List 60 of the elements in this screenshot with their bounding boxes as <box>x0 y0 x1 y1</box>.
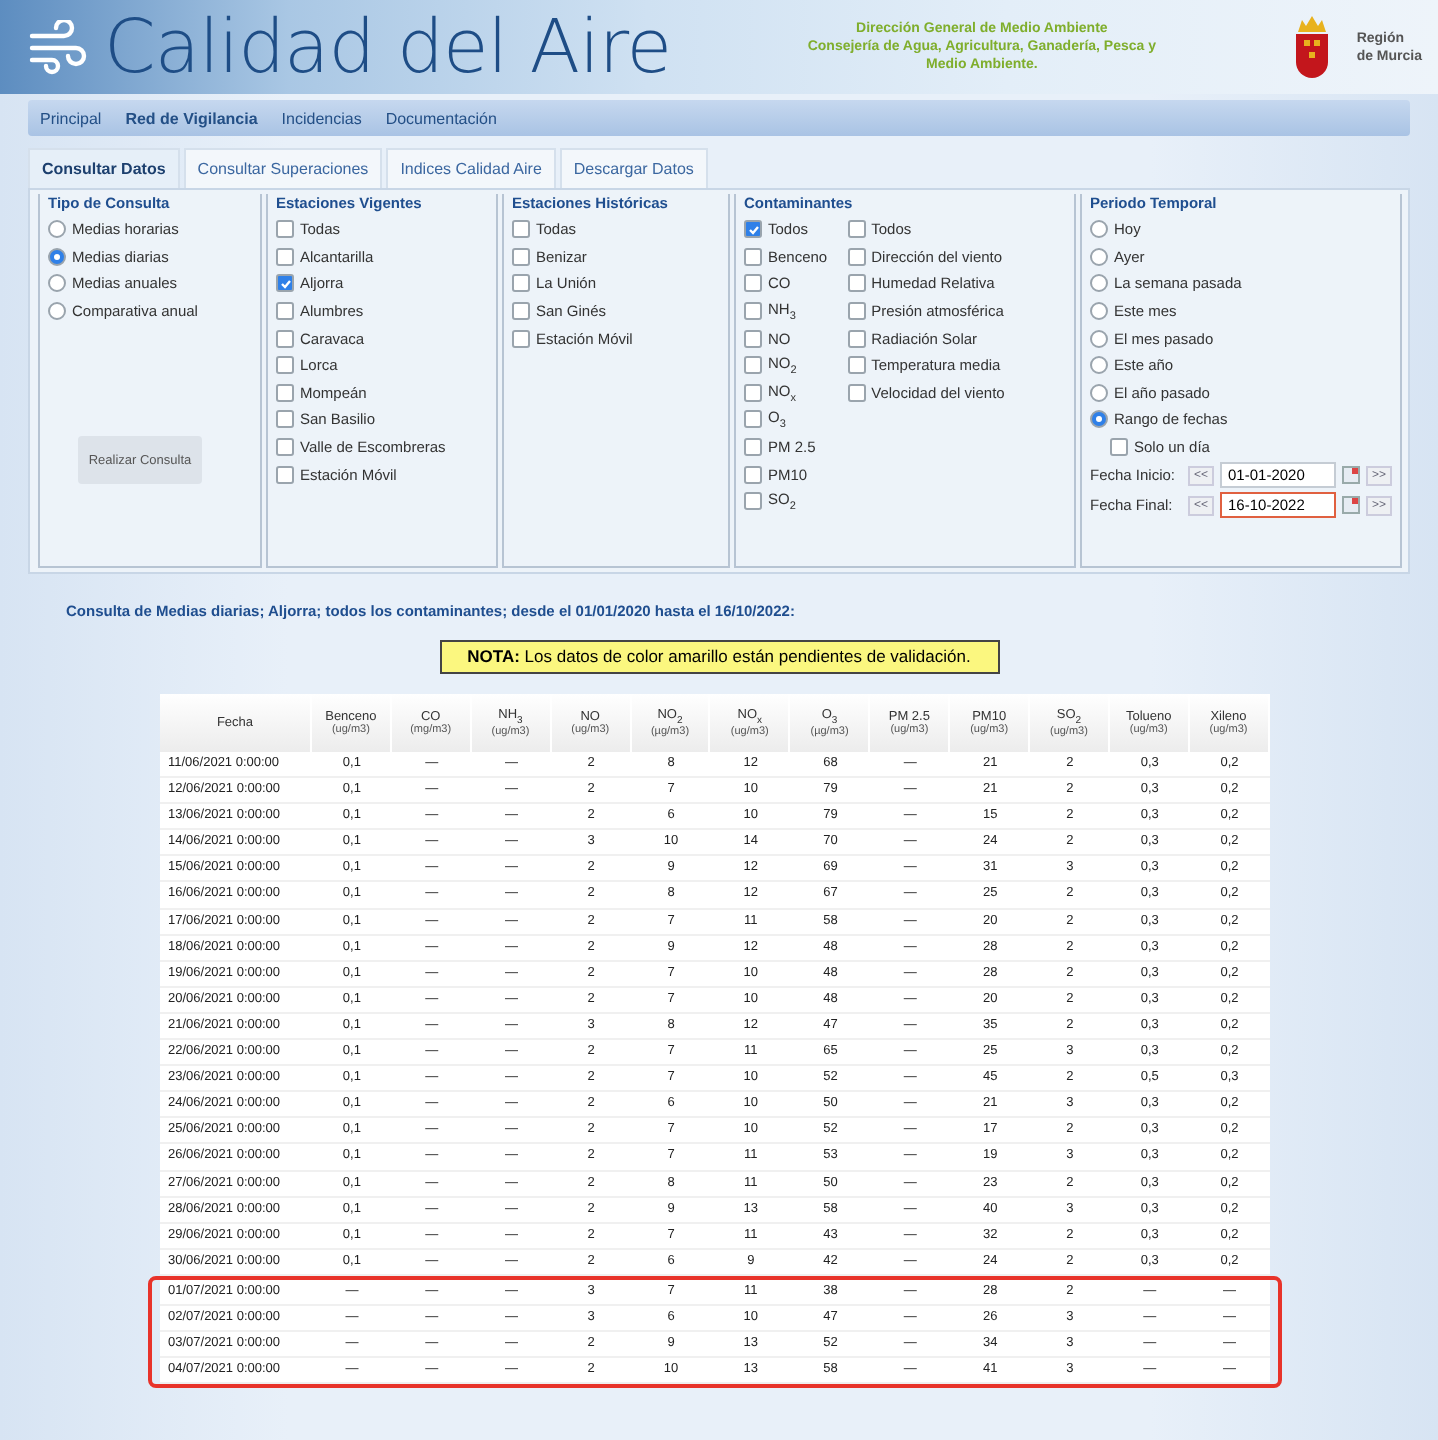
checkbox[interactable] <box>744 329 762 348</box>
radio-button[interactable] <box>1090 302 1108 321</box>
checkbox[interactable] <box>847 302 866 321</box>
checkbox[interactable] <box>847 220 866 239</box>
checkbox[interactable] <box>276 410 294 429</box>
crest-icon <box>1292 13 1333 81</box>
tab[interactable]: Consultar Superaciones <box>183 148 383 188</box>
radio-button[interactable] <box>1090 247 1108 266</box>
radio-button[interactable] <box>48 274 66 293</box>
radio-button[interactable] <box>48 302 66 321</box>
checkbox[interactable] <box>276 465 294 484</box>
checkbox[interactable] <box>744 302 762 321</box>
checkbox[interactable] <box>276 274 294 293</box>
radio-button[interactable] <box>1090 383 1108 402</box>
checkbox[interactable] <box>744 274 762 293</box>
checkbox[interactable] <box>744 247 762 266</box>
checkbox[interactable] <box>847 383 866 402</box>
checkbox[interactable] <box>276 383 294 402</box>
radio-button[interactable] <box>1090 410 1108 429</box>
checkbox[interactable] <box>512 329 530 348</box>
radio-button[interactable] <box>1090 329 1108 348</box>
checkbox[interactable] <box>847 274 866 293</box>
checkbox[interactable] <box>847 247 866 266</box>
checkbox[interactable] <box>276 220 294 239</box>
checkbox[interactable] <box>276 247 294 266</box>
checkbox[interactable] <box>744 438 762 457</box>
checkbox[interactable] <box>744 465 762 484</box>
radio-button[interactable] <box>48 220 66 239</box>
site-title: Calidad del Aire <box>104 4 672 90</box>
nav-link[interactable]: Documentación <box>385 109 497 127</box>
tab[interactable]: Indices Calidad Aire <box>386 148 556 188</box>
checkbox[interactable] <box>744 356 762 375</box>
checkbox[interactable] <box>744 220 762 239</box>
radio-button[interactable] <box>1090 356 1108 375</box>
checkbox[interactable] <box>512 302 530 321</box>
radio-button[interactable] <box>1090 274 1108 293</box>
checkbox[interactable] <box>744 492 762 511</box>
calendar-icon[interactable] <box>1342 466 1361 485</box>
checkbox[interactable] <box>847 356 866 375</box>
nav-link[interactable]: Red de Vigilancia <box>125 109 258 127</box>
checkbox[interactable] <box>276 302 294 321</box>
radio-button[interactable] <box>1090 220 1108 239</box>
checkbox[interactable] <box>512 247 530 266</box>
checkbox[interactable] <box>744 383 762 402</box>
checkbox[interactable] <box>276 356 294 375</box>
tab[interactable]: Descargar Datos <box>559 148 708 188</box>
checkbox[interactable] <box>512 274 530 293</box>
checkbox[interactable] <box>1110 438 1128 457</box>
checkbox[interactable] <box>276 329 294 348</box>
nav-link[interactable]: Incidencias <box>281 109 362 127</box>
checkbox[interactable] <box>512 220 530 239</box>
checkbox[interactable] <box>847 329 866 348</box>
radio-button[interactable] <box>48 247 66 266</box>
calendar-icon[interactable] <box>1342 496 1361 515</box>
tab[interactable]: Consultar Datos <box>28 148 180 188</box>
checkbox[interactable] <box>744 410 762 429</box>
note-banner: NOTA: Los datos de color amarillo están pendientes de validación. <box>439 640 999 674</box>
wind-icon <box>28 19 88 75</box>
nav-link[interactable]: Principal <box>40 109 102 127</box>
checkbox[interactable] <box>276 438 294 457</box>
